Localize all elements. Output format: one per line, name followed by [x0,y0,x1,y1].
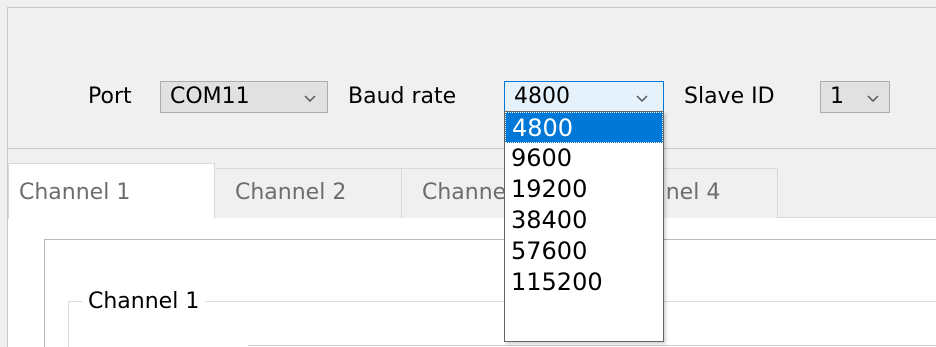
slave-id-combobox[interactable]: 1 [820,81,890,113]
baud-option-38400[interactable]: 38400 [505,205,663,236]
groupbox-title: Channel 1 [82,288,206,316]
baud-option-115200[interactable]: 115200 [505,267,663,298]
baud-rate-combobox[interactable]: 4800 [504,81,664,113]
groupbox-inner-border [248,345,936,346]
chevron-down-icon [303,91,317,105]
port-label: Port [88,84,132,109]
slave-id-combobox-value: 1 [830,84,844,109]
modbus-config-window: Port COM11 Baud rate 4800 Slave ID 1 Cha… [0,0,936,347]
chevron-down-icon [866,91,880,105]
baud-option-57600[interactable]: 57600 [505,236,663,267]
frame-top-border [8,7,936,8]
chevron-down-icon [635,91,649,105]
tab-channel-1[interactable]: Channel 1 [8,163,215,219]
tab-channel-2[interactable]: Channel 2 [214,168,402,218]
port-combobox-value: COM11 [170,84,250,109]
slave-id-label: Slave ID [684,84,775,109]
tab-label: Channel 1 [19,180,131,205]
baud-option-4800[interactable]: 4800 [505,112,663,143]
baud-rate-combobox-value: 4800 [514,84,570,109]
baud-option-19200[interactable]: 19200 [505,174,663,205]
baud-option-9600[interactable]: 9600 [505,143,663,174]
baud-rate-label: Baud rate [348,84,457,109]
tab-label: Channel 2 [235,180,347,205]
port-combobox[interactable]: COM11 [160,81,328,113]
toolbar-separator [8,148,936,149]
baud-rate-dropdown-list[interactable]: 4800 9600 19200 38400 57600 115200 [504,111,664,342]
